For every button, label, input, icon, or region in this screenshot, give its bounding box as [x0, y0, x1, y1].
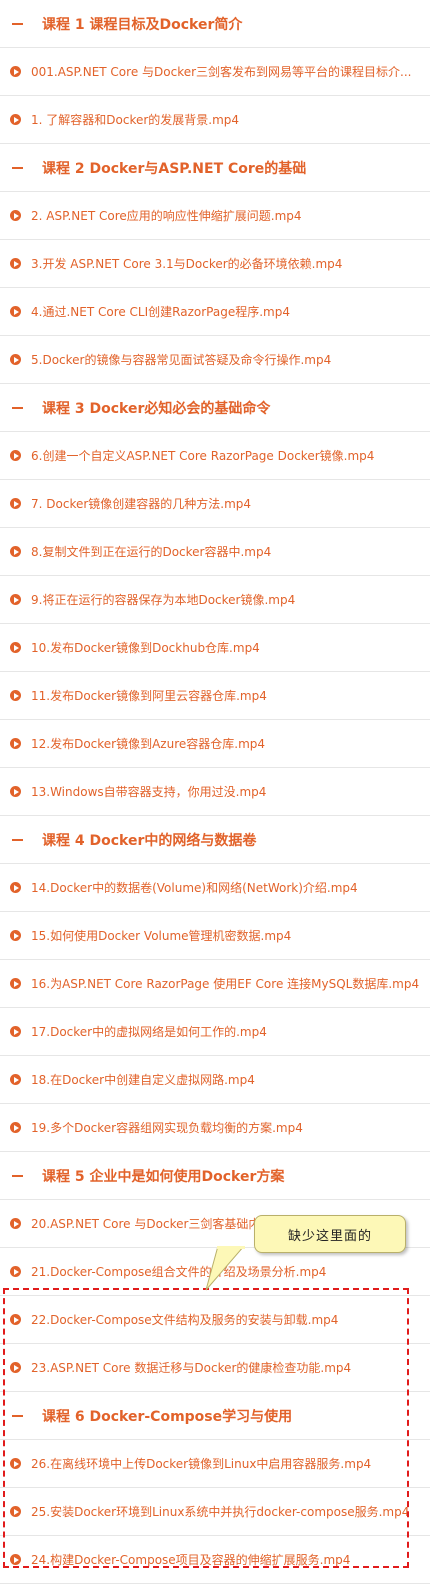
lesson-title: 1. 了解容器和Docker的发展背景.mp4: [31, 113, 240, 127]
lesson-title: 13.Windows自带容器支持，你用过没.mp4: [31, 785, 267, 799]
lesson-title: 4.通过.NET Core CLI创建RazorPage程序.mp4: [31, 305, 290, 319]
lesson-title: 6.创建一个自定义ASP.NET Core RazorPage Docker镜像…: [31, 449, 375, 463]
play-circle-icon: [10, 690, 21, 701]
lesson-item[interactable]: 13.Windows自带容器支持，你用过没.mp4: [0, 768, 430, 816]
play-circle-icon: [10, 1314, 21, 1325]
play-circle-icon: [10, 1458, 21, 1469]
play-circle-icon: [10, 306, 21, 317]
collapse-dash-icon: [12, 1414, 23, 1417]
lesson-title: 26.在离线环境中上传Docker镜像到Linux中启用容器服务.mp4: [31, 1457, 372, 1471]
lesson-title: 10.发布Docker镜像到Dockhub仓库.mp4: [31, 641, 260, 655]
section-title: 课程 5 企业中是如何使用Docker方案: [42, 1168, 285, 1185]
lesson-item[interactable]: 22.Docker-Compose文件结构及服务的安装与卸载.mp4: [0, 1296, 430, 1344]
section-header[interactable]: 课程 5 企业中是如何使用Docker方案: [0, 1152, 430, 1200]
play-circle-icon: [10, 1122, 21, 1133]
lesson-item[interactable]: 23.ASP.NET Core 数据迁移与Docker的健康检查功能.mp4: [0, 1344, 430, 1392]
lesson-title: 24.构建Docker-Compose项目及容器的伸缩扩展服务.mp4: [31, 1553, 351, 1567]
lesson-title: 21.Docker-Compose组合文件的介绍及场景分析.mp4: [31, 1265, 327, 1279]
lesson-title: 23.ASP.NET Core 数据迁移与Docker的健康检查功能.mp4: [31, 1361, 352, 1375]
collapse-dash-icon: [12, 1174, 23, 1177]
play-circle-icon: [10, 450, 21, 461]
lesson-title: 12.发布Docker镜像到Azure容器仓库.mp4: [31, 737, 266, 751]
lesson-item[interactable]: 9.将正在运行的容器保存为本地Docker镜像.mp4: [0, 576, 430, 624]
annotation-callout: 缺少这里面的: [254, 1215, 406, 1253]
lesson-item[interactable]: 5.Docker的镜像与容器常见面试答疑及命令行操作.mp4: [0, 336, 430, 384]
section-header[interactable]: 课程 2 Docker与ASP.NET Core的基础: [0, 144, 430, 192]
collapse-dash-icon: [12, 838, 23, 841]
section-title: 课程 4 Docker中的网络与数据卷: [42, 832, 257, 849]
lesson-item[interactable]: 17.Docker中的虚拟网络是如何工作的.mp4: [0, 1008, 430, 1056]
lesson-item[interactable]: 4.通过.NET Core CLI创建RazorPage程序.mp4: [0, 288, 430, 336]
lesson-item[interactable]: 7. Docker镜像创建容器的几种方法.mp4: [0, 480, 430, 528]
lesson-title: 5.Docker的镜像与容器常见面试答疑及命令行操作.mp4: [31, 353, 332, 367]
callout-text: 缺少这里面的: [287, 1228, 372, 1244]
collapse-dash-icon: [12, 22, 23, 25]
lesson-item[interactable]: 19.多个Docker容器组网实现负载均衡的方案.mp4: [0, 1104, 430, 1152]
section-title: 课程 3 Docker必知必会的基础命令: [42, 400, 271, 417]
lesson-item[interactable]: 6.创建一个自定义ASP.NET Core RazorPage Docker镜像…: [0, 432, 430, 480]
play-circle-icon: [10, 930, 21, 941]
play-circle-icon: [10, 498, 21, 509]
lesson-item[interactable]: 16.为ASP.NET Core RazorPage 使用EF Core 连接M…: [0, 960, 430, 1008]
lesson-item[interactable]: 1. 了解容器和Docker的发展背景.mp4: [0, 96, 430, 144]
lesson-title: 001.ASP.NET Core 与Docker三剑客发布到网易等平台的课程目标…: [31, 65, 412, 79]
lesson-title: 8.复制文件到正在运行的Docker容器中.mp4: [31, 545, 272, 559]
section-header[interactable]: 课程 3 Docker必知必会的基础命令: [0, 384, 430, 432]
lesson-title: 11.发布Docker镜像到阿里云容器仓库.mp4: [31, 689, 267, 703]
lesson-item[interactable]: 18.在Docker中创建自定义虚拟网路.mp4: [0, 1056, 430, 1104]
play-circle-icon: [10, 738, 21, 749]
lesson-title: 9.将正在运行的容器保存为本地Docker镜像.mp4: [31, 593, 296, 607]
play-circle-icon: [10, 114, 21, 125]
play-circle-icon: [10, 354, 21, 365]
lesson-item[interactable]: 2. ASP.NET Core应用的响应性伸缩扩展问题.mp4: [0, 192, 430, 240]
play-circle-icon: [10, 1218, 21, 1229]
lesson-item[interactable]: 10.发布Docker镜像到Dockhub仓库.mp4: [0, 624, 430, 672]
section-header[interactable]: 课程 4 Docker中的网络与数据卷: [0, 816, 430, 864]
lesson-item[interactable]: 14.Docker中的数据卷(Volume)和网络(NetWork)介绍.mp4: [0, 864, 430, 912]
play-circle-icon: [10, 1074, 21, 1085]
lesson-item[interactable]: 26.在离线环境中上传Docker镜像到Linux中启用容器服务.mp4: [0, 1440, 430, 1488]
lesson-title: 7. Docker镜像创建容器的几种方法.mp4: [31, 497, 252, 511]
section-title: 课程 1 课程目标及Docker简介: [42, 16, 243, 33]
play-circle-icon: [10, 882, 21, 893]
play-circle-icon: [10, 594, 21, 605]
collapse-dash-icon: [12, 166, 23, 169]
lesson-item[interactable]: 25.安装Docker环境到Linux系统中并执行docker-compose服…: [0, 1488, 430, 1536]
lesson-title: 17.Docker中的虚拟网络是如何工作的.mp4: [31, 1025, 267, 1039]
lesson-title: 16.为ASP.NET Core RazorPage 使用EF Core 连接M…: [31, 977, 420, 991]
lesson-title: 2. ASP.NET Core应用的响应性伸缩扩展问题.mp4: [31, 209, 302, 223]
lesson-item[interactable]: 11.发布Docker镜像到阿里云容器仓库.mp4: [0, 672, 430, 720]
lesson-item[interactable]: 8.复制文件到正在运行的Docker容器中.mp4: [0, 528, 430, 576]
lesson-title: 14.Docker中的数据卷(Volume)和网络(NetWork)介绍.mp4: [31, 881, 358, 895]
collapse-dash-icon: [12, 406, 23, 409]
lesson-title: 15.如何使用Docker Volume管理机密数据.mp4: [31, 929, 292, 943]
lesson-item[interactable]: 3.开发 ASP.NET Core 3.1与Docker的必备环境依赖.mp4: [0, 240, 430, 288]
section-title: 课程 6 Docker-Compose学习与使用: [42, 1408, 293, 1425]
play-circle-icon: [10, 1026, 21, 1037]
play-circle-icon: [10, 258, 21, 269]
play-circle-icon: [10, 1554, 21, 1565]
play-circle-icon: [10, 642, 21, 653]
lesson-title: 18.在Docker中创建自定义虚拟网路.mp4: [31, 1073, 255, 1087]
section-title: 课程 2 Docker与ASP.NET Core的基础: [42, 160, 307, 177]
play-circle-icon: [10, 210, 21, 221]
lesson-item[interactable]: 24.构建Docker-Compose项目及容器的伸缩扩展服务.mp4: [0, 1536, 430, 1584]
play-circle-icon: [10, 786, 21, 797]
play-circle-icon: [10, 1506, 21, 1517]
section-header[interactable]: 课程 1 课程目标及Docker简介: [0, 0, 430, 48]
play-circle-icon: [10, 546, 21, 557]
section-header[interactable]: 课程 6 Docker-Compose学习与使用: [0, 1392, 430, 1440]
play-circle-icon: [10, 978, 21, 989]
lesson-title: 19.多个Docker容器组网实现负载均衡的方案.mp4: [31, 1121, 303, 1135]
lesson-title: 3.开发 ASP.NET Core 3.1与Docker的必备环境依赖.mp4: [31, 257, 343, 271]
lesson-title: 22.Docker-Compose文件结构及服务的安装与卸载.mp4: [31, 1313, 339, 1327]
lesson-item[interactable]: 001.ASP.NET Core 与Docker三剑客发布到网易等平台的课程目标…: [0, 48, 430, 96]
lesson-item[interactable]: 12.发布Docker镜像到Azure容器仓库.mp4: [0, 720, 430, 768]
lesson-item[interactable]: 15.如何使用Docker Volume管理机密数据.mp4: [0, 912, 430, 960]
play-circle-icon: [10, 1362, 21, 1373]
play-circle-icon: [10, 1266, 21, 1277]
course-list: 课程 1 课程目标及Docker简介 001.ASP.NET Core 与Dock…: [0, 0, 430, 1584]
play-circle-icon: [10, 66, 21, 77]
lesson-title: 25.安装Docker环境到Linux系统中并执行docker-compose服…: [31, 1505, 410, 1519]
